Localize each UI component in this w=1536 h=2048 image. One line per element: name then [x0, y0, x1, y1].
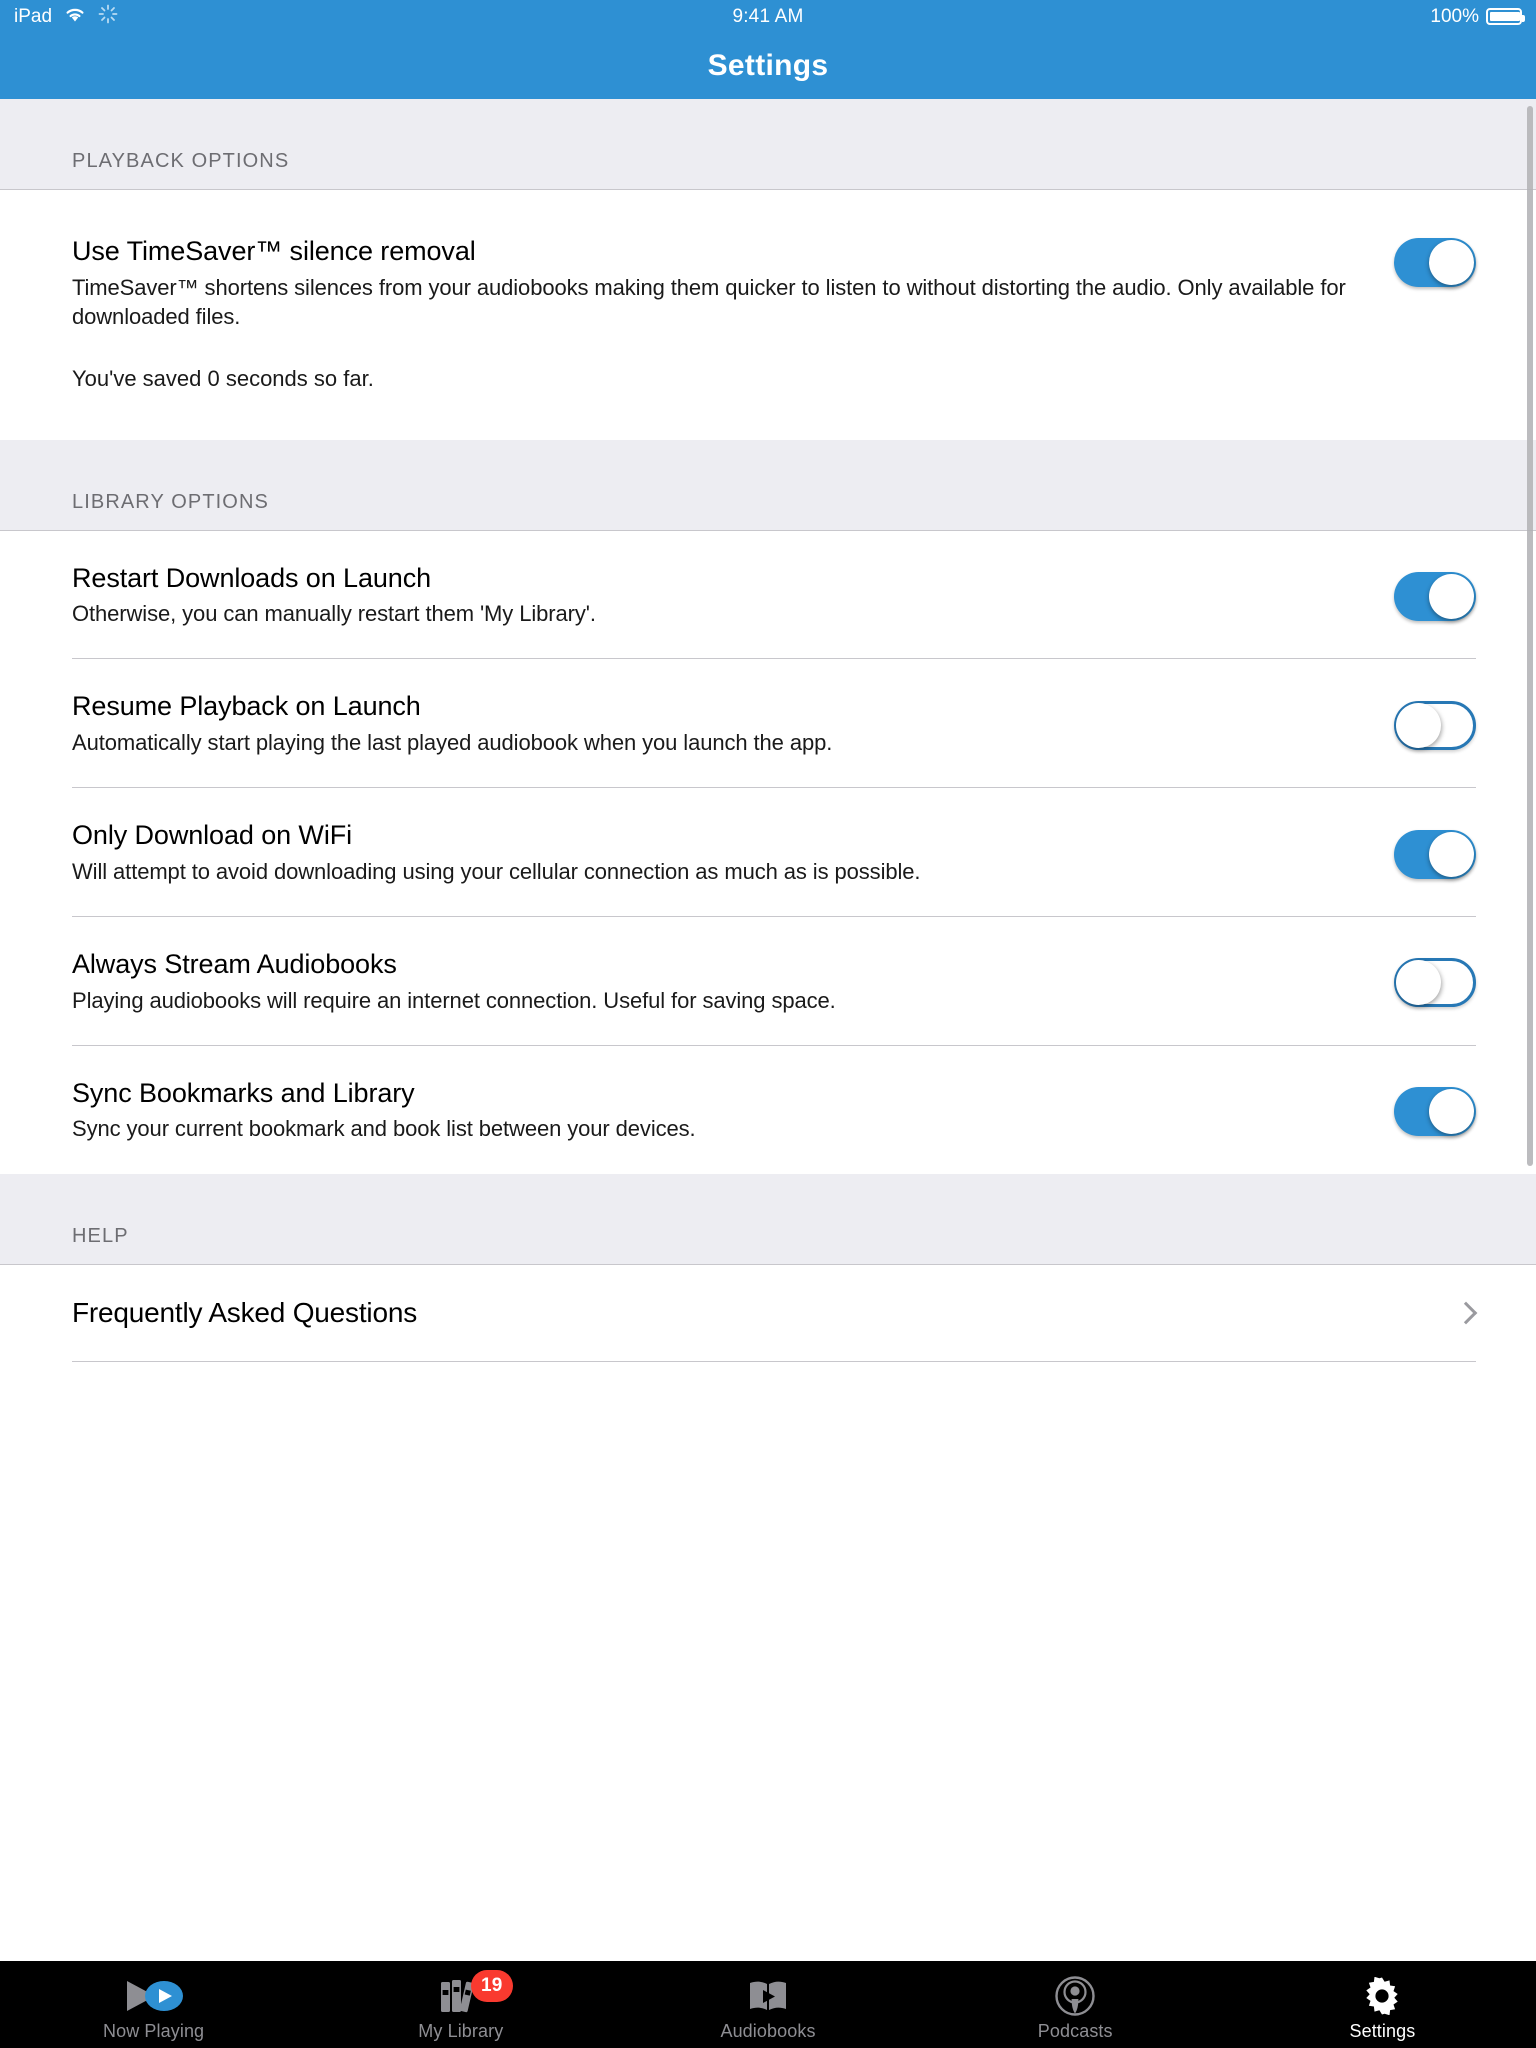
row-subtitle: TimeSaver™ shortens silences from your a…	[72, 274, 1346, 329]
row-subtitle: Will attempt to avoid downloading using …	[72, 858, 921, 884]
status-bar: iPad 9:41 AM 100%	[0, 0, 1536, 33]
toggle-knob	[1429, 1089, 1474, 1135]
row-subtitle: Automatically start playing the last pla…	[72, 729, 833, 755]
section-header-library-options: LIBRARY OPTIONS	[0, 439, 1536, 531]
row-title: Use TimeSaver™ silence removal	[72, 236, 476, 266]
row-title: Sync Bookmarks and Library	[72, 1077, 415, 1108]
setting-row-resume-playback[interactable]: Resume Playback on Launch Automatically …	[0, 659, 1536, 787]
row-title: Only Download on WiFi	[72, 820, 353, 851]
page-title: Settings	[707, 49, 829, 82]
tab-bar: Now Playing 19 My Library Audiobooks Pod…	[0, 1961, 1536, 2048]
row-title: Always Stream Audiobooks	[72, 949, 397, 980]
tab-settings[interactable]: Settings	[1229, 1961, 1536, 2048]
row-title: Resume Playback on Launch	[72, 691, 421, 722]
vertical-scrollbar[interactable]	[1527, 106, 1533, 1166]
setting-row-restart-downloads[interactable]: Restart Downloads on Launch Otherwise, y…	[0, 531, 1536, 659]
section-header-label: PLAYBACK OPTIONS	[72, 150, 290, 172]
tab-label: Settings	[1349, 2020, 1416, 2041]
books-icon: 19	[439, 1969, 513, 2018]
now-playing-icon	[123, 1974, 185, 2018]
row-title: Frequently Asked Questions	[72, 1296, 417, 1328]
row-text-block: Use TimeSaver™ silence removal TimeSaver…	[72, 234, 1394, 394]
tab-audiobooks[interactable]: Audiobooks	[614, 1961, 921, 2048]
playback-options-rows: Use TimeSaver™ silence removal TimeSaver…	[0, 190, 1536, 440]
battery-icon	[1486, 8, 1525, 25]
tab-label: Now Playing	[103, 2020, 205, 2041]
library-options-rows: Restart Downloads on Launch Otherwise, y…	[0, 530, 1536, 1174]
chevron-right-icon	[1454, 1301, 1478, 1324]
setting-row-only-download-wifi[interactable]: Only Download on WiFi Will attempt to av…	[0, 788, 1536, 916]
toggle-only-download-wifi[interactable]	[1394, 829, 1476, 879]
toggle-knob	[1429, 831, 1474, 877]
setting-row-faq[interactable]: Frequently Asked Questions	[0, 1265, 1536, 1361]
tab-label: Audiobooks	[720, 2020, 816, 2041]
tab-podcasts[interactable]: Podcasts	[922, 1961, 1229, 2048]
library-badge: 19	[470, 1969, 513, 2002]
timesaver-saved-label: You've saved 0 seconds so far.	[72, 366, 374, 392]
toggle-knob	[1396, 960, 1441, 1006]
setting-row-sync-bookmarks[interactable]: Sync Bookmarks and Library Sync your cur…	[0, 1046, 1536, 1174]
setting-row-timesaver[interactable]: Use TimeSaver™ silence removal TimeSaver…	[0, 190, 1536, 440]
toggle-knob	[1396, 702, 1441, 748]
row-text-block: Sync Bookmarks and Library Sync your cur…	[72, 1076, 1394, 1144]
setting-row-always-stream[interactable]: Always Stream Audiobooks Playing audiobo…	[0, 917, 1536, 1045]
podcast-icon	[1055, 1974, 1095, 2018]
row-text-block: Only Download on WiFi Will attempt to av…	[72, 818, 1394, 886]
tab-now-playing[interactable]: Now Playing	[0, 1961, 307, 2048]
row-separator	[72, 1360, 1476, 1362]
toggle-timesaver[interactable]	[1394, 238, 1476, 287]
open-book-play-icon	[746, 1974, 790, 2018]
section-header-help: HELP	[0, 1173, 1536, 1265]
row-text-block: Restart Downloads on Launch Otherwise, y…	[72, 561, 1394, 629]
section-header-label: LIBRARY OPTIONS	[72, 490, 269, 513]
section-header-playback-options: PLAYBACK OPTIONS	[0, 99, 1536, 190]
help-rows: Frequently Asked Questions	[0, 1264, 1536, 1362]
tab-my-library[interactable]: 19 My Library	[307, 1961, 614, 2048]
toggle-always-stream[interactable]	[1394, 958, 1476, 1008]
toggle-knob	[1429, 574, 1474, 620]
row-title: Restart Downloads on Launch	[72, 562, 432, 593]
toggle-restart-downloads[interactable]	[1394, 572, 1476, 622]
tab-label: My Library	[418, 2020, 504, 2041]
navigation-bar: Settings	[0, 33, 1536, 99]
toggle-resume-playback[interactable]	[1394, 700, 1476, 750]
section-header-label: HELP	[72, 1224, 129, 1247]
battery-percent-label: 100%	[1430, 5, 1479, 27]
status-bar-clock: 9:41 AM	[732, 5, 804, 27]
status-bar-right: 100%	[1430, 5, 1525, 28]
toggle-sync-bookmarks[interactable]	[1394, 1087, 1476, 1137]
toggle-knob	[1429, 240, 1474, 285]
row-text-block: Resume Playback on Launch Automatically …	[72, 689, 1394, 757]
row-subtitle: Playing audiobooks will require an inter…	[72, 987, 836, 1013]
gear-icon	[1363, 1974, 1401, 2018]
row-subtitle: Otherwise, you can manually restart them…	[72, 601, 596, 627]
settings-scroll-view[interactable]: PLAYBACK OPTIONS Use TimeSaver™ silence …	[0, 99, 1536, 1961]
row-text-block: Always Stream Audiobooks Playing audiobo…	[72, 947, 1394, 1015]
tab-label: Podcasts	[1037, 2020, 1113, 2041]
row-subtitle: Sync your current bookmark and book list…	[72, 1116, 696, 1142]
